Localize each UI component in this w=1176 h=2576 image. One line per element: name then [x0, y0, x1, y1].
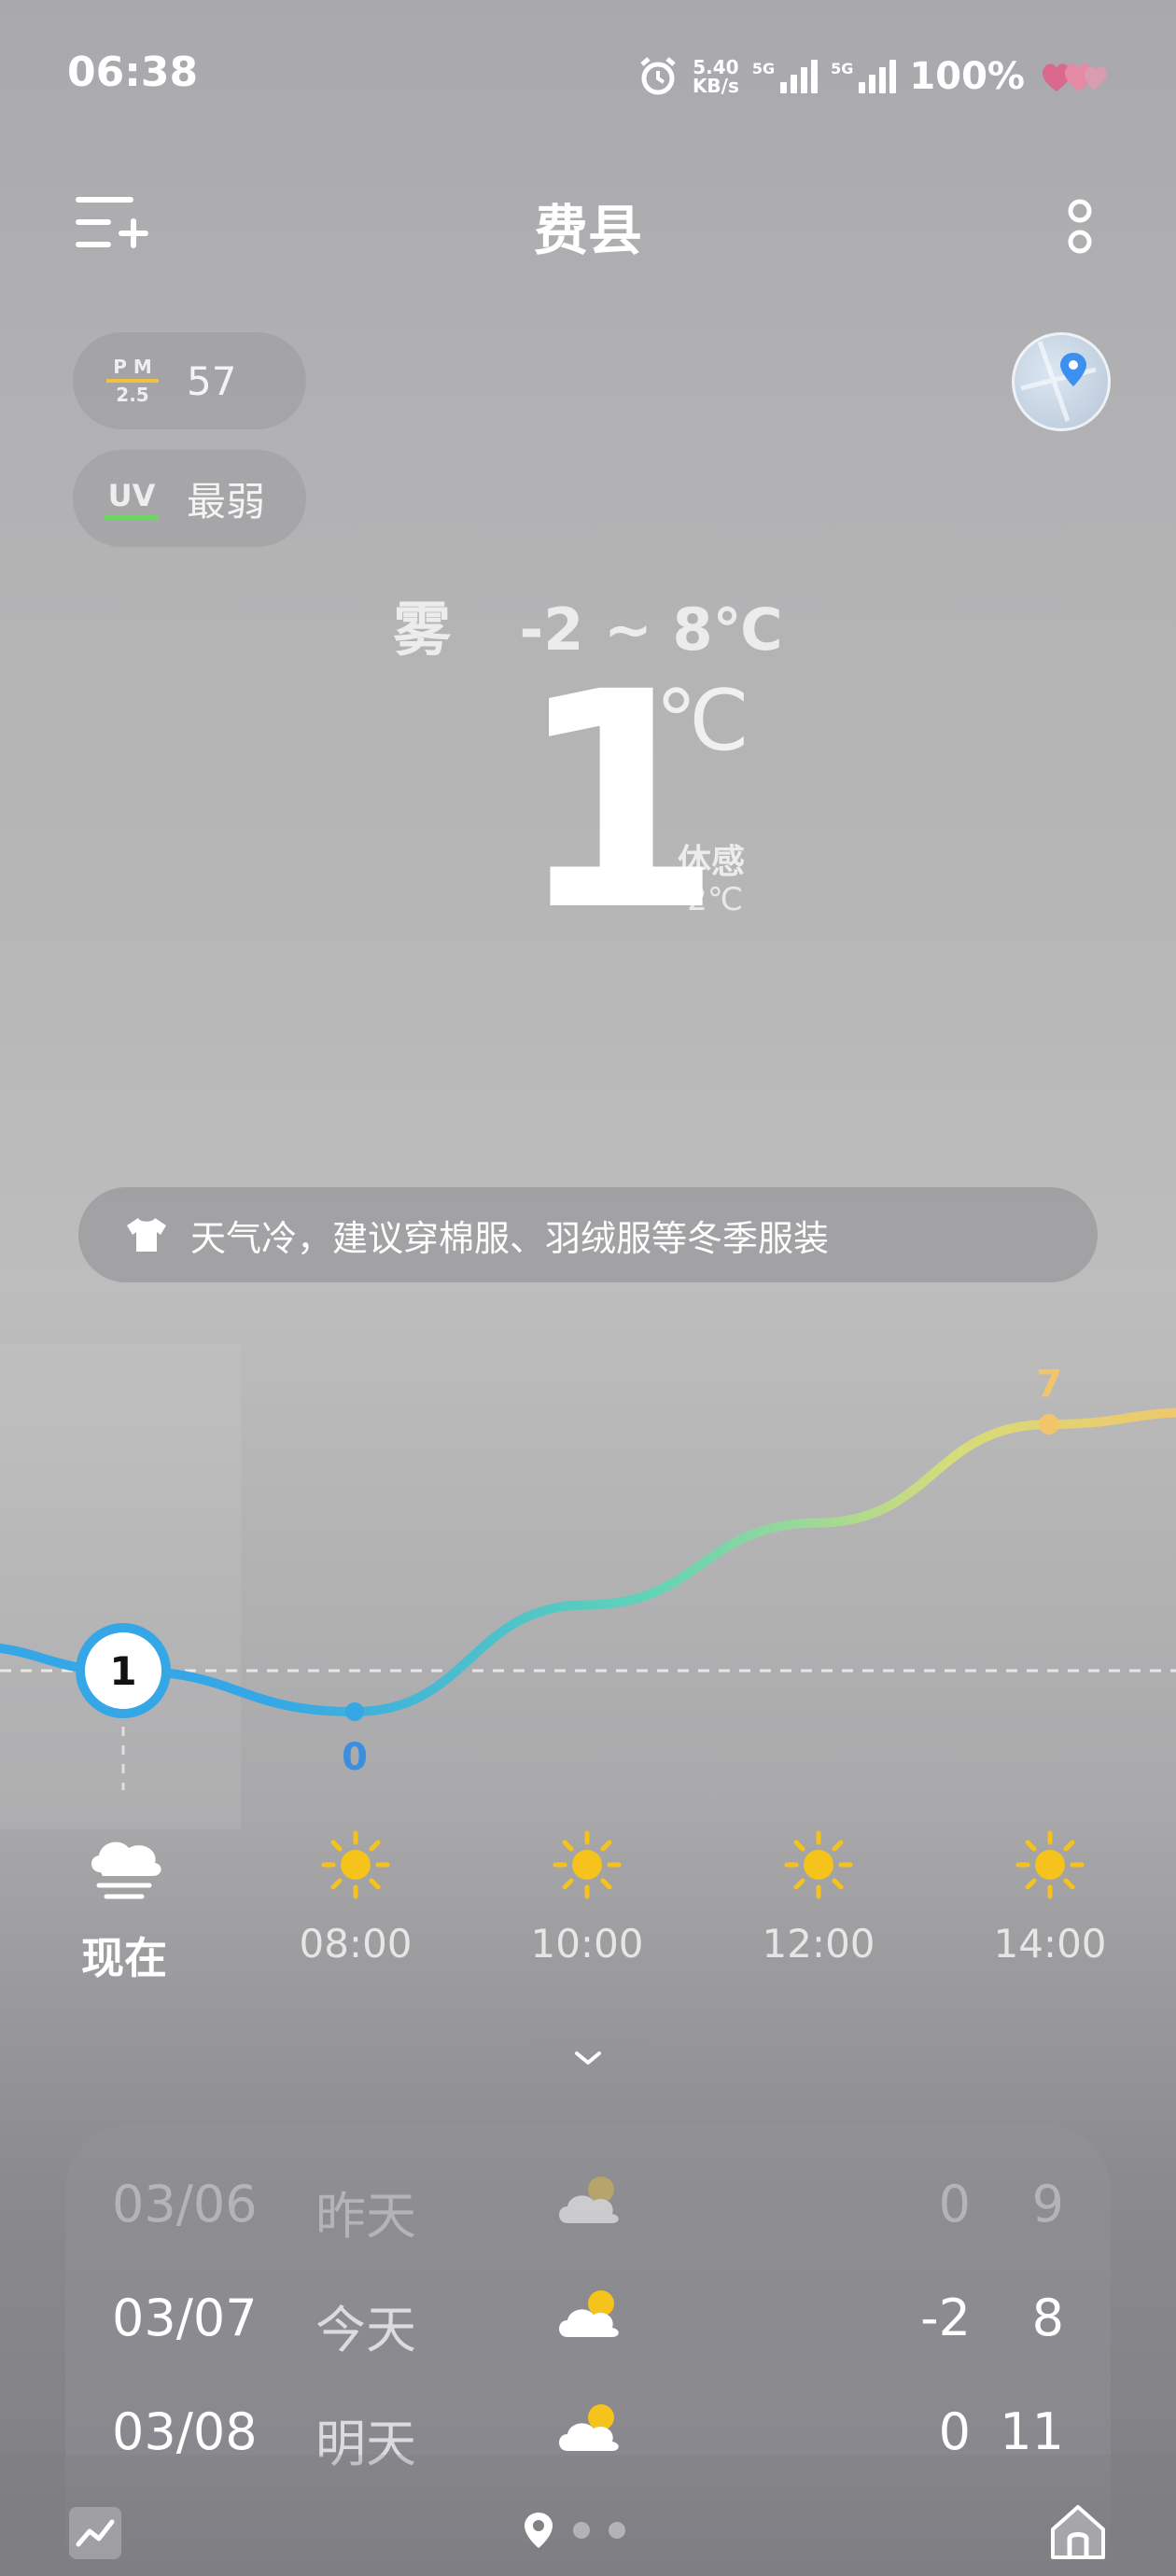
more-options-icon[interactable]	[1066, 198, 1094, 256]
partly-cloudy-icon	[559, 2290, 619, 2337]
page-dot	[573, 2522, 590, 2539]
signal-icon-2: 5G	[831, 60, 897, 93]
hour-item-now[interactable]: 现在	[31, 1829, 217, 1986]
trend-chart-icon[interactable]	[67, 2505, 123, 2561]
condition-text: 雾	[393, 595, 452, 664]
daily-date: 03/07	[112, 2289, 258, 2347]
city-title: 费县	[533, 199, 642, 262]
hour-item-0800[interactable]: 08:00	[262, 1829, 449, 1967]
clothing-tip[interactable]: 天气冷，建议穿棉服、羽绒服等冬季服装	[78, 1187, 1098, 1282]
clothing-tip-text: 天气冷，建议穿棉服、羽绒服等冬季服装	[190, 1217, 830, 1259]
daily-row-today[interactable]: 03/07 今天 -2 8	[65, 2270, 1111, 2363]
hour-item-1200[interactable]: 12:00	[725, 1829, 912, 1967]
daily-row-yesterday[interactable]: 03/06 昨天 0 9	[65, 2156, 1111, 2249]
daily-low: 0	[938, 2402, 971, 2461]
now-temp-label: 1	[109, 1648, 136, 1694]
daily-low: -2	[920, 2289, 971, 2347]
sun-icon	[321, 1830, 390, 1899]
daily-high: 8	[1031, 2289, 1064, 2347]
daily-day-name: 昨天	[315, 2187, 416, 2246]
location-pin-icon	[525, 2513, 553, 2548]
hour-label: 现在	[81, 1933, 167, 1983]
hour-label: 12:00	[762, 1921, 875, 1967]
sun-icon	[1015, 1830, 1085, 1899]
max-temp-label: 7	[1036, 1363, 1062, 1406]
temperature-unit: ℃	[655, 672, 750, 770]
uv-pill[interactable]: UV 最弱	[73, 450, 306, 547]
home-icon[interactable]	[1047, 2501, 1109, 2563]
min-temp-point	[345, 1702, 364, 1721]
page-dot	[609, 2522, 625, 2539]
daily-date: 03/08	[112, 2402, 258, 2461]
page-indicator[interactable]	[523, 2511, 625, 2550]
sun-icon	[784, 1830, 853, 1899]
status-time: 06:38	[67, 49, 199, 96]
uv-value: 最弱	[187, 478, 266, 525]
pm25-pill[interactable]: P M 2.5 57	[73, 332, 306, 429]
alarm-icon	[640, 57, 676, 95]
expand-forecast-button[interactable]	[523, 2038, 653, 2079]
feels-like-label: 体感	[678, 843, 746, 881]
battery-text: 100%	[909, 55, 1025, 98]
hour-item-1000[interactable]: 10:00	[494, 1829, 680, 1967]
map-button[interactable]	[1012, 332, 1111, 431]
sun-icon	[553, 1830, 622, 1899]
pm25-value: 57	[187, 357, 237, 404]
uv-icon: UV	[105, 478, 159, 520]
min-temp-label: 0	[342, 1736, 368, 1779]
tshirt-icon	[127, 1218, 166, 1252]
signal-icon: 5G	[752, 60, 819, 93]
hour-label: 10:00	[530, 1921, 644, 1967]
battery-hearts-icon	[1042, 63, 1107, 91]
status-icons: 5.40 KB/s 5G 5G 100%	[637, 49, 1109, 105]
max-temp-point	[1039, 1414, 1059, 1435]
fog-cloud-icon	[91, 1841, 161, 1899]
daily-day-name: 今天	[315, 2301, 416, 2359]
daily-high: 9	[1031, 2175, 1064, 2233]
partly-cloudy-icon	[559, 2404, 619, 2451]
now-column-highlight	[0, 1344, 241, 1829]
partly-cloudy-icon	[559, 2177, 619, 2223]
daily-low: 0	[938, 2175, 971, 2233]
net-speed: 5.40 KB/s	[692, 56, 739, 97]
map-pin-icon	[1020, 341, 1097, 422]
hourly-temperature-chart: 1 0 7	[0, 1344, 1176, 1829]
hour-label: 14:00	[993, 1921, 1107, 1967]
pm25-icon: P M 2.5	[106, 357, 159, 405]
daily-high: 11	[1000, 2402, 1064, 2461]
hour-label: 08:00	[299, 1921, 413, 1967]
hour-item-1400[interactable]: 14:00	[957, 1829, 1143, 1967]
daily-date: 03/06	[112, 2175, 258, 2233]
chevron-down-icon	[575, 2051, 601, 2065]
feels-like-value: -2℃	[676, 881, 744, 918]
